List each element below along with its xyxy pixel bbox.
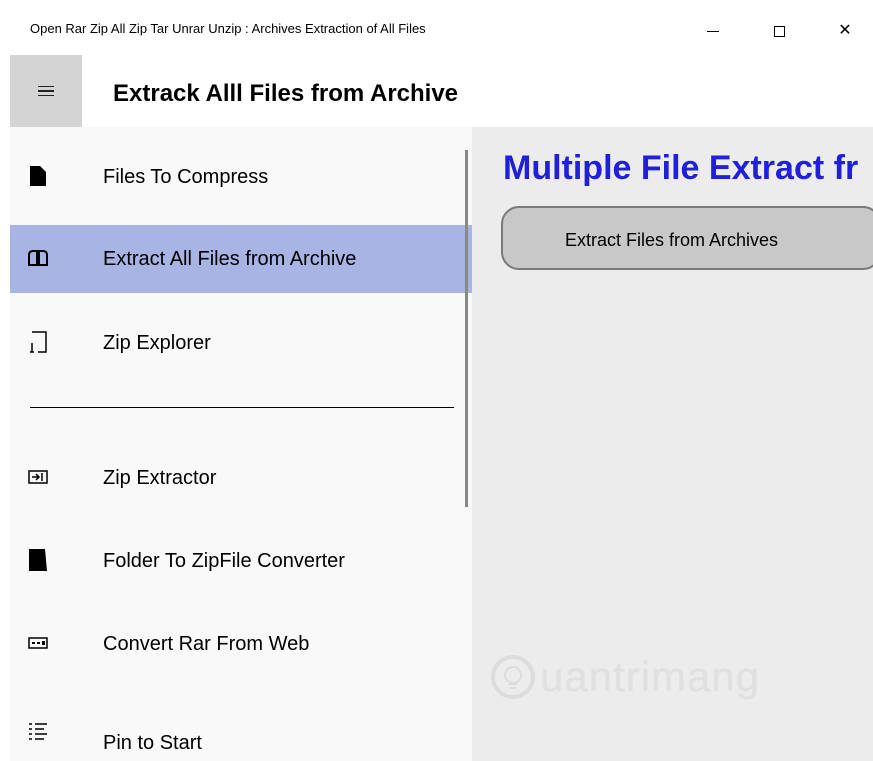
sidebar-item-label: Extract All Files from Archive xyxy=(103,248,357,270)
book-open-icon xyxy=(28,247,48,269)
maximize-button[interactable] xyxy=(756,16,802,46)
sidebar-item-label: Folder To ZipFile Converter xyxy=(103,550,345,572)
title-bar: Open Rar Zip All Zip Tar Unrar Unzip : A… xyxy=(0,0,873,55)
sidebar-divider xyxy=(30,407,454,408)
sidebar-item-folder-to-zipfile[interactable]: Folder To ZipFile Converter xyxy=(10,527,472,595)
sidebar-item-label: Pin to Start xyxy=(103,732,202,754)
minimize-icon xyxy=(707,30,719,32)
sidebar-item-label: Zip Explorer xyxy=(103,332,211,354)
close-icon: ✕ xyxy=(838,22,852,39)
folder-icon xyxy=(28,549,48,571)
lightbulb-logo-icon xyxy=(491,655,535,699)
window-title: Open Rar Zip All Zip Tar Unrar Unzip : A… xyxy=(30,21,426,36)
sidebar: Files To Compress Extract All Files from… xyxy=(10,127,472,761)
watermark: uantrimang xyxy=(490,653,760,701)
sidebar-item-files-to-compress[interactable]: Files To Compress xyxy=(10,143,472,211)
sidebar-item-label: Zip Extractor xyxy=(103,467,217,489)
close-button[interactable]: ✕ xyxy=(822,16,868,46)
tablet-icon xyxy=(28,331,48,353)
sidebar-scrollbar[interactable] xyxy=(465,150,468,507)
sidebar-item-label: Convert Rar From Web xyxy=(103,633,310,655)
list-icon xyxy=(28,721,48,743)
sidebar-item-pin-to-start[interactable]: Pin to Start xyxy=(10,693,472,761)
sidebar-item-label: Files To Compress xyxy=(103,166,269,188)
sidebar-item-convert-rar-from-web[interactable]: Convert Rar From Web xyxy=(10,610,472,678)
extract-files-button[interactable]: Extract Files from Archives xyxy=(501,206,873,270)
hamburger-icon xyxy=(38,83,54,100)
main-heading: Multiple File Extract fr xyxy=(503,149,859,187)
sidebar-item-zip-explorer[interactable]: Zip Explorer xyxy=(10,309,472,377)
sidebar-item-extract-all-files[interactable]: Extract All Files from Archive xyxy=(10,225,472,293)
import-arrow-icon xyxy=(28,466,48,488)
document-icon xyxy=(28,165,48,187)
page-title: Extrack Alll Files from Archive xyxy=(113,80,459,107)
watermark-text: uantrimang xyxy=(540,653,761,700)
hamburger-menu-button[interactable] xyxy=(10,55,82,127)
minimize-button[interactable] xyxy=(690,16,736,46)
extract-files-button-label: Extract Files from Archives xyxy=(565,230,779,250)
maximize-icon xyxy=(773,25,785,37)
sidebar-item-zip-extractor[interactable]: Zip Extractor xyxy=(10,444,472,512)
network-bar-icon xyxy=(28,632,48,654)
main-content: Multiple File Extract fr Extract Files f… xyxy=(472,127,873,761)
